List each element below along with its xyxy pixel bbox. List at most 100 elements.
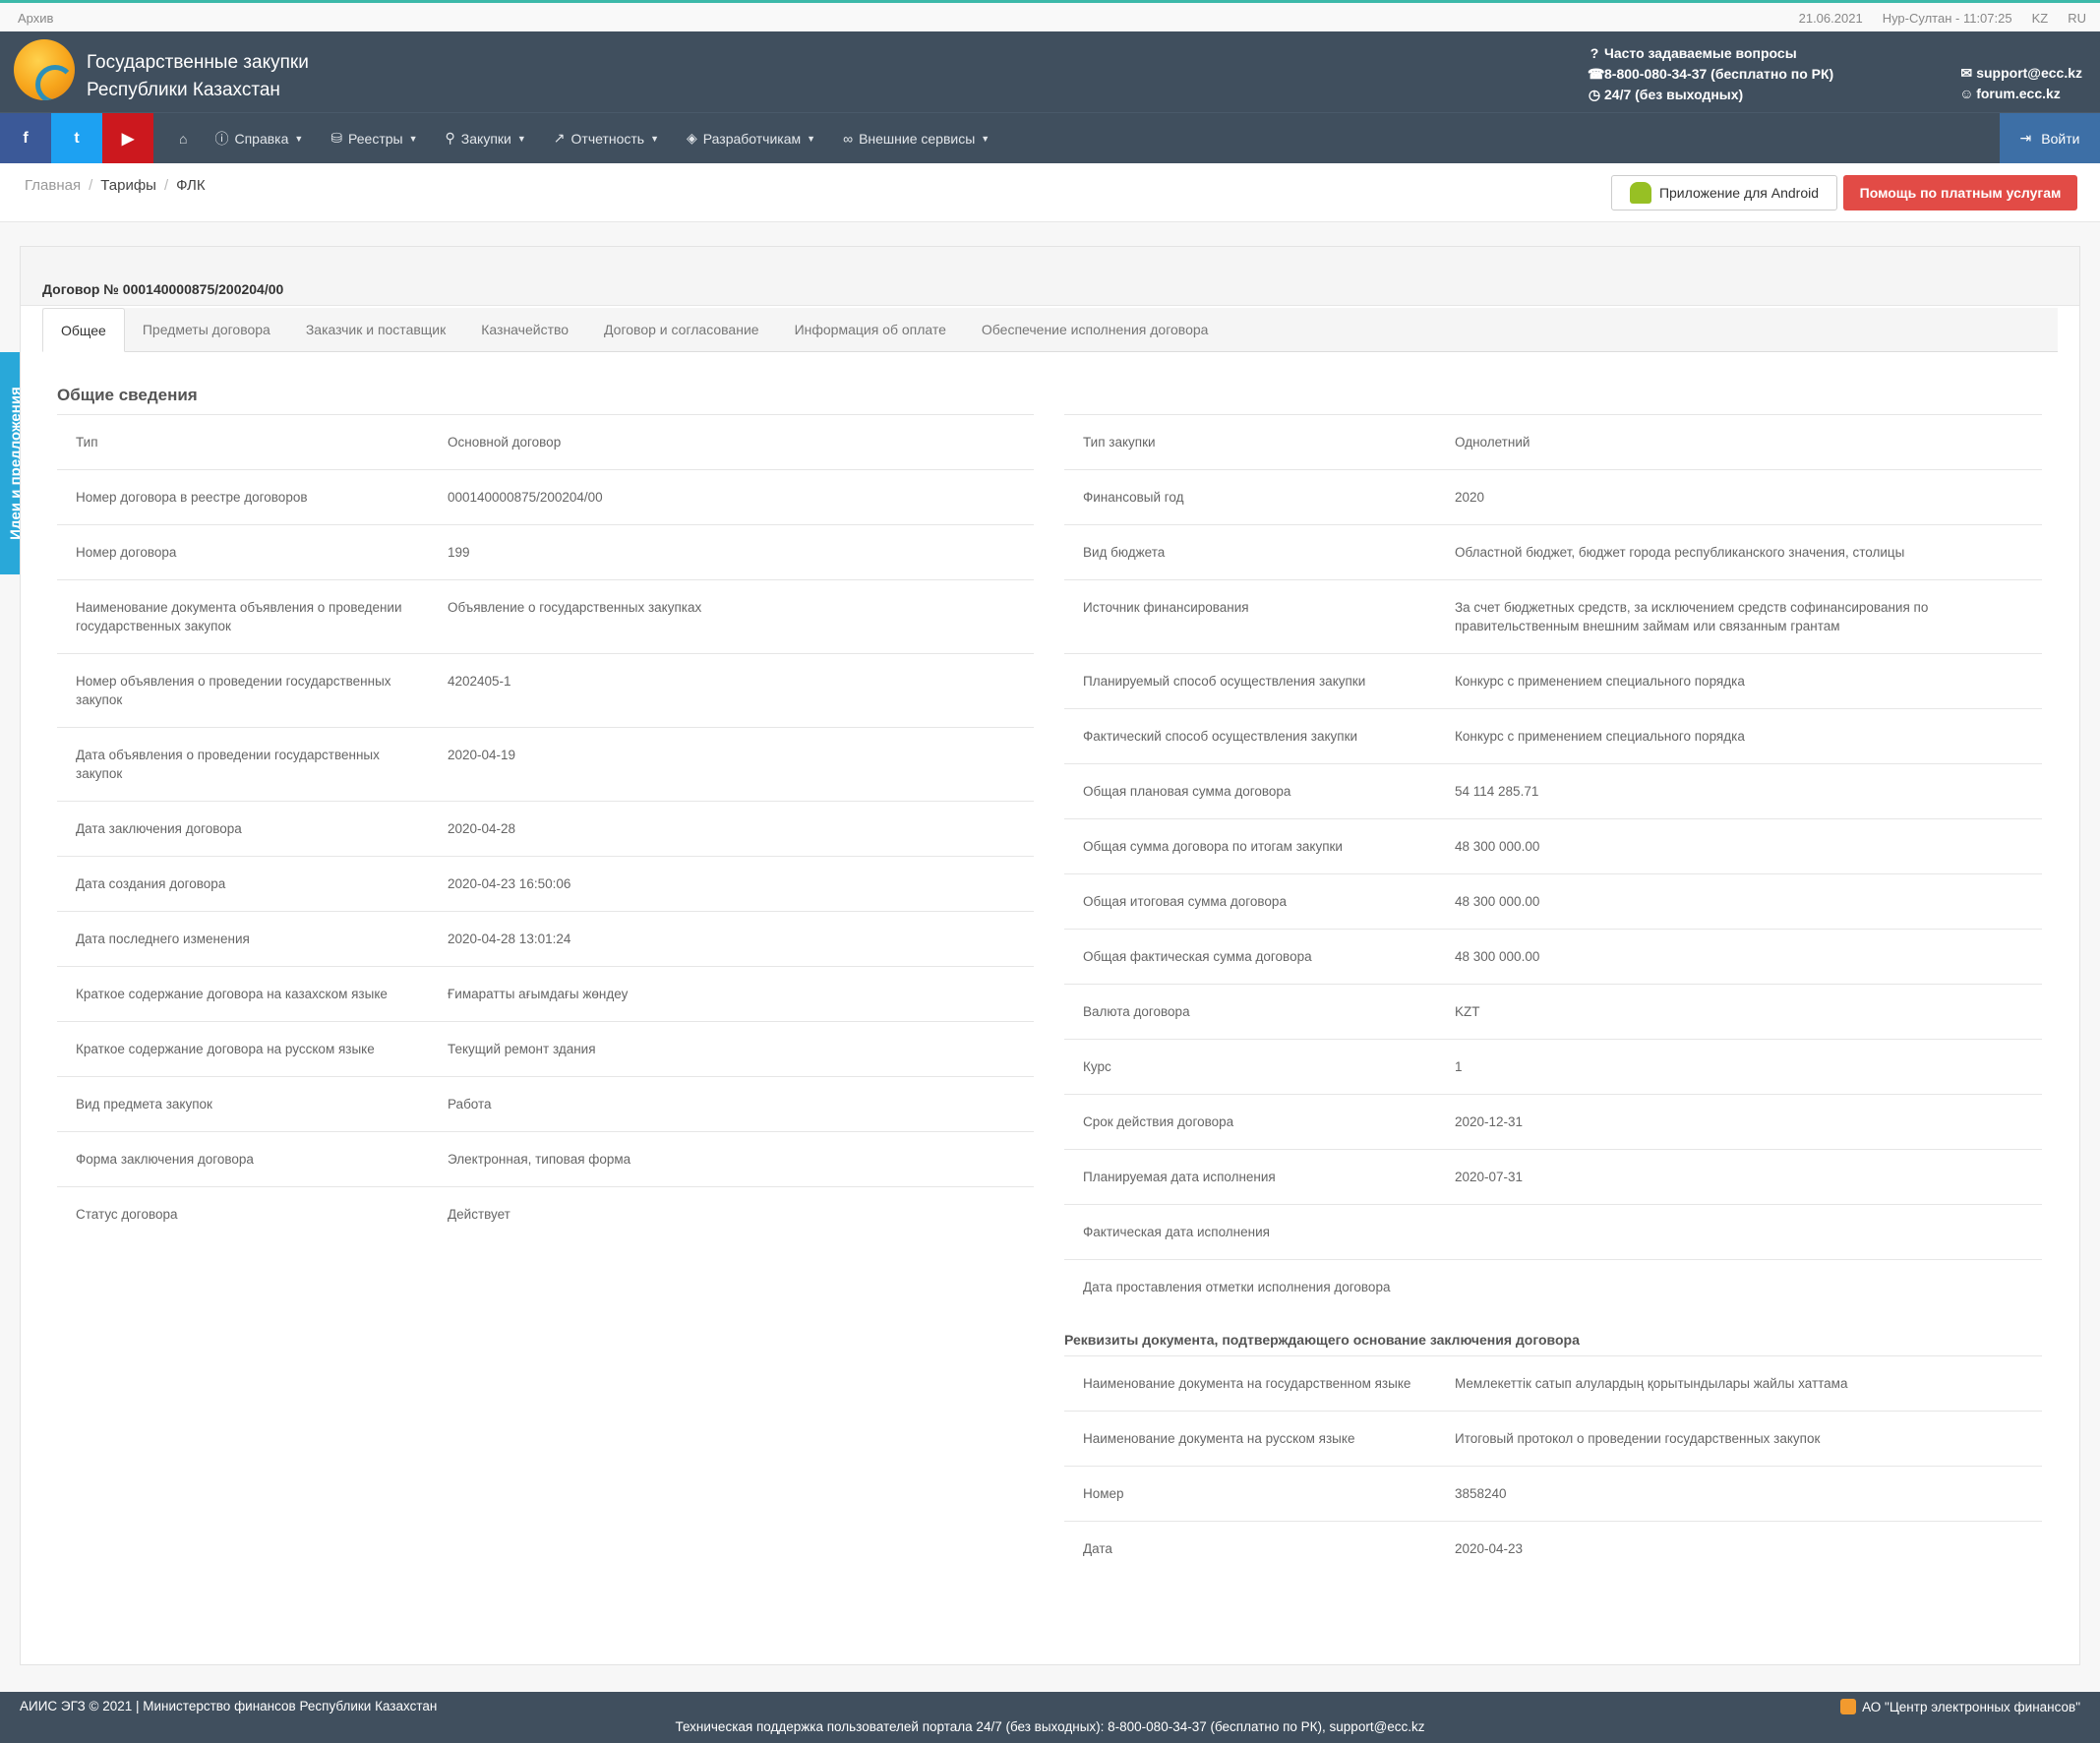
caret-down-icon: ▼ bbox=[294, 133, 304, 144]
table-row: Планируемый способ осуществления закупки… bbox=[1064, 654, 2042, 709]
nav-reports[interactable]: ↗ Отчетность ▼ bbox=[540, 130, 673, 147]
table-row: Краткое содержание договора на казахском… bbox=[57, 967, 1034, 1022]
caret-down-icon: ▼ bbox=[807, 133, 816, 144]
table-row: Наименование документа объявления о пров… bbox=[57, 580, 1034, 654]
youtube-button[interactable]: ▶ bbox=[102, 113, 153, 163]
general-info-right: Тип закупки Однолетний Финансовый год 2020… bbox=[1064, 414, 2042, 1576]
twitter-button[interactable]: t bbox=[51, 113, 102, 163]
clock-icon: ◷ bbox=[1588, 87, 1601, 102]
breadcrumb-home[interactable]: Главная bbox=[25, 177, 81, 194]
table-row: Дата последнего изменения 2020-04-28 13:0… bbox=[57, 912, 1034, 967]
efin-logo-icon bbox=[1840, 1699, 1857, 1714]
contract-tabs: Общее Предметы договора Заказчик и поста… bbox=[42, 308, 2058, 352]
tab-performance-security[interactable]: Обеспечение исполнения договора bbox=[964, 308, 1227, 351]
tab-customer-supplier[interactable]: Заказчик и поставщик bbox=[288, 308, 463, 351]
site-title[interactable]: Государственные закупки Республики Казах… bbox=[87, 49, 309, 104]
table-row: Дата объявления о проведении государстве… bbox=[57, 728, 1034, 802]
caret-down-icon: ▼ bbox=[650, 133, 659, 144]
users-icon: ☺ bbox=[1959, 86, 1974, 101]
phone-info: ☎8-800-080-34-37 (бесплатно по РК) bbox=[1588, 64, 1833, 85]
nav-home[interactable]: ⌂ bbox=[165, 131, 201, 147]
table-row: Фактический способ осуществления закупки… bbox=[1064, 709, 2042, 764]
table-row: Общая итоговая сумма договора 48 300 000.… bbox=[1064, 874, 2042, 930]
general-info-left: Тип Основной договор Номер договора в рее… bbox=[57, 414, 1034, 1241]
caret-down-icon: ▼ bbox=[981, 133, 990, 144]
site-header: Государственные закупки Республики Казах… bbox=[0, 31, 2100, 112]
nav-help[interactable]: ⓘ Справка ▼ bbox=[201, 129, 317, 149]
youtube-icon: ▶ bbox=[121, 130, 135, 148]
nav-developers[interactable]: ◈ Разработчикам ▼ bbox=[673, 130, 829, 147]
android-app-button[interactable]: Приложение для Android bbox=[1611, 175, 1837, 210]
section-title: Общие сведения bbox=[57, 386, 198, 404]
nav-registries[interactable]: ⛁ Реестры ▼ bbox=[317, 130, 431, 147]
footer-company-link[interactable]: АО "Центр электронных финансов" bbox=[1840, 1699, 2080, 1714]
table-row: Дата проставления отметки исполнения дог… bbox=[1083, 1280, 1391, 1294]
site-title-line1: Государственные закупки bbox=[87, 52, 309, 73]
table-row: Срок действия договора 2020-12-31 bbox=[1064, 1095, 2042, 1150]
contract-panel: Договор № 000140000875/200204/00 Общее П… bbox=[20, 246, 2080, 1665]
breadcrumb-current: ФЛК bbox=[176, 177, 206, 194]
current-date: 21.06.2021 bbox=[1798, 11, 1863, 26]
footer-support-info: Техническая поддержка пользователей порт… bbox=[675, 1719, 1425, 1734]
table-row: Дата заключения договора 2020-04-28 bbox=[57, 802, 1034, 857]
forum-link[interactable]: ☺ forum.ecc.kz bbox=[1959, 84, 2082, 104]
help-block: ? Часто задаваемые вопросы ☎8-800-080-34-… bbox=[1588, 43, 1833, 105]
site-footer: АИИС ЭГЗ © 2021 | Министерство финансов … bbox=[0, 1692, 2100, 1743]
top-info-bar: Архив 21.06.2021 Нур-Султан - 11:07:25 K… bbox=[0, 0, 2100, 31]
nav-external-services[interactable]: ∞ Внешние сервисы ▼ bbox=[829, 131, 1003, 147]
phone-icon: ☎ bbox=[1588, 66, 1605, 82]
contract-title: Договор № 000140000875/200204/00 bbox=[42, 281, 284, 297]
table-row: Источник финансирования За счет бюджетных… bbox=[1064, 580, 2042, 654]
panel-header: Договор № 000140000875/200204/00 bbox=[21, 247, 2079, 306]
twitter-icon: t bbox=[74, 129, 80, 147]
table-row: Дата 2020-04-23 bbox=[1083, 1541, 1524, 1556]
facebook-button[interactable]: f bbox=[0, 113, 51, 163]
envelope-icon: ✉ bbox=[1960, 65, 1973, 81]
archive-link[interactable]: Архив bbox=[18, 11, 53, 26]
chart-line-icon: ↗ bbox=[553, 130, 566, 146]
breadcrumb-tariffs[interactable]: Тарифы bbox=[100, 177, 156, 194]
login-button[interactable]: ⇥ Войти bbox=[2000, 113, 2100, 163]
nav-purchases[interactable]: ⚲ Закупки ▼ bbox=[432, 130, 540, 147]
table-row: Номер договора в реестре договоров 000140… bbox=[57, 470, 1034, 525]
search-icon: ⚲ bbox=[445, 130, 455, 146]
tab-contract-approval[interactable]: Договор и согласование bbox=[586, 308, 777, 351]
table-row: Номер объявления о проведении государств… bbox=[57, 654, 1034, 728]
table-row: Вид бюджета Областной бюджет, бюджет горо… bbox=[1064, 525, 2042, 580]
sign-in-icon: ⇥ bbox=[2019, 130, 2032, 146]
table-row: Фактическая дата исполнения bbox=[1064, 1205, 2042, 1260]
table-row: Форма заключения договора Электронная, ти… bbox=[57, 1132, 1034, 1187]
email-link[interactable]: ✉ support@ecc.kz bbox=[1959, 63, 2082, 84]
site-logo[interactable] bbox=[14, 39, 75, 100]
database-icon: ⛁ bbox=[330, 130, 343, 146]
lang-kz-link[interactable]: KZ bbox=[2032, 11, 2049, 26]
table-row: Статус договора Действует bbox=[76, 1207, 510, 1222]
table-row: Общая плановая сумма договора 54 114 285.… bbox=[1064, 764, 2042, 819]
table-row: Общая фактическая сумма договора 48 300 0… bbox=[1064, 930, 2042, 985]
tab-general[interactable]: Общее bbox=[42, 308, 125, 352]
table-row: Дата создания договора 2020-04-23 16:50:0… bbox=[57, 857, 1034, 912]
footer-copyright: АИИС ЭГЗ © 2021 | Министерство финансов … bbox=[20, 1699, 438, 1713]
requisites-title: Реквизиты документа, подтверждающего осн… bbox=[1064, 1314, 2042, 1356]
tab-subjects[interactable]: Предметы договора bbox=[125, 308, 288, 351]
contact-block: ✉ support@ecc.kz ☺ forum.ecc.kz bbox=[1959, 63, 2082, 104]
question-icon: ? bbox=[1590, 45, 1599, 61]
paid-help-button[interactable]: Помощь по платным услугам bbox=[1843, 175, 2077, 210]
help-circle-icon: ⓘ bbox=[214, 130, 229, 147]
site-title-line2: Республики Казахстан bbox=[87, 80, 280, 100]
table-row: Валюта договора KZT bbox=[1064, 985, 2042, 1040]
tag-icon: ◈ bbox=[687, 130, 697, 146]
home-icon: ⌂ bbox=[179, 130, 188, 147]
lang-ru-link[interactable]: RU bbox=[2068, 11, 2086, 26]
table-row: Тип Основной договор bbox=[57, 415, 1034, 470]
table-row: Номер договора 199 bbox=[57, 525, 1034, 580]
breadcrumb: Главная / Тарифы / ФЛК bbox=[25, 177, 206, 194]
link-icon: ∞ bbox=[843, 130, 854, 147]
tab-treasury[interactable]: Казначейство bbox=[463, 308, 586, 351]
faq-link[interactable]: ? Часто задаваемые вопросы bbox=[1588, 43, 1833, 64]
facebook-icon: f bbox=[23, 129, 29, 147]
table-row: Наименование документа на государственно… bbox=[1064, 1356, 2042, 1412]
tab-payment-info[interactable]: Информация об оплате bbox=[777, 308, 964, 351]
table-row: Общая сумма договора по итогам закупки 48… bbox=[1064, 819, 2042, 874]
breadcrumb-row: Главная / Тарифы / ФЛК Приложение для Androi… bbox=[0, 163, 2100, 222]
